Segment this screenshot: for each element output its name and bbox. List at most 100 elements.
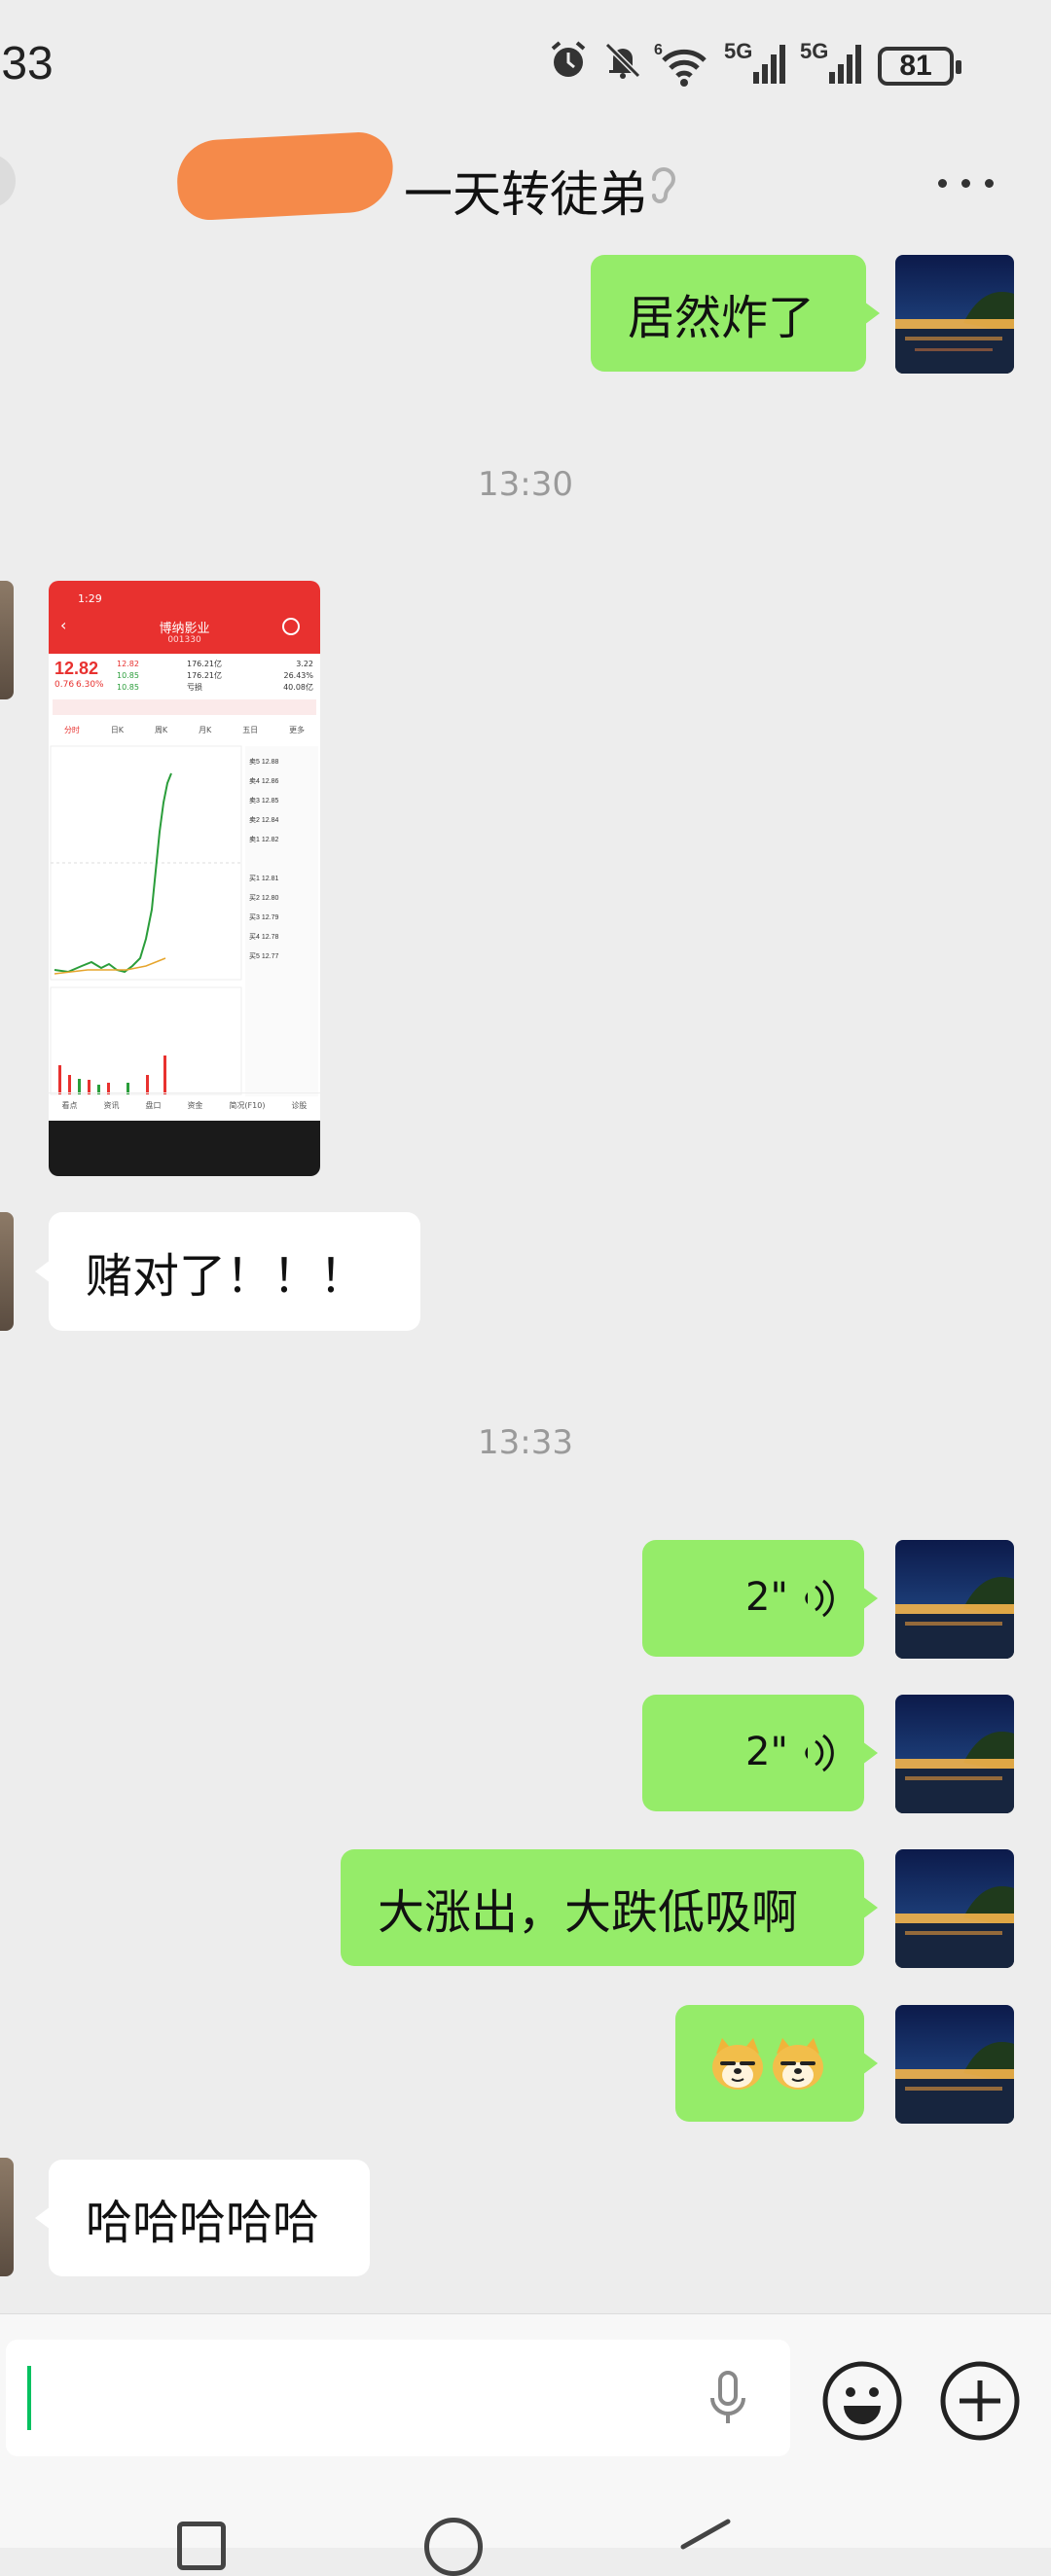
- svg-text:5G: 5G: [800, 39, 828, 63]
- chart-tab: 月K: [199, 726, 212, 734]
- microphone-icon[interactable]: [708, 2371, 747, 2429]
- market-cap: 176.21亿: [187, 660, 222, 668]
- svg-text:买4 12.78: 买4 12.78: [249, 933, 278, 941]
- chat-title: 一天转徒弟: [404, 166, 647, 223]
- signal-5g-icon: 5G: [724, 39, 785, 84]
- text-caret: [27, 2366, 31, 2430]
- more-functions-button[interactable]: [938, 2359, 1022, 2443]
- outgoing-message[interactable]: 居然炸了: [591, 255, 880, 372]
- avatar-image: [895, 1849, 1014, 1968]
- chart-tab: 更多: [289, 726, 306, 734]
- svg-text:卖4 12.86: 卖4 12.86: [249, 777, 278, 785]
- timestamp: 13:33: [478, 1423, 573, 1462]
- bottom-tab: 简况(F10): [229, 1100, 266, 1110]
- svg-text:卖3 12.85: 卖3 12.85: [249, 797, 278, 805]
- quote-low: 10.85: [117, 671, 139, 680]
- chart-tab: 周K: [154, 726, 168, 734]
- voice-wave-icon: [805, 1579, 834, 1618]
- trade-amount: 40.08亿: [283, 683, 313, 692]
- voice-message[interactable]: 2": [642, 1695, 878, 1811]
- status-bar: :33 6 5G 5G 81: [0, 0, 1051, 126]
- bottom-tab: 盘口: [145, 1100, 162, 1110]
- message-text: 赌对了！！！: [86, 1249, 367, 1304]
- quote-open: 10.85: [117, 683, 139, 692]
- avatar-image: [895, 1540, 1014, 1659]
- dot-icon: [985, 179, 994, 188]
- emoji-button[interactable]: [820, 2359, 904, 2443]
- outgoing-message[interactable]: 大涨出，大跌低吸啊: [341, 1849, 878, 1966]
- svg-text:买1 12.81: 买1 12.81: [249, 875, 278, 882]
- battery-indicator: 81: [878, 47, 961, 86]
- voice-duration: 2": [745, 1575, 788, 1620]
- volume-ratio: 3.22: [296, 660, 313, 668]
- my-avatar[interactable]: [895, 1540, 1014, 1659]
- news-ticker: [53, 699, 316, 715]
- timestamp: 13:30: [478, 465, 573, 504]
- svg-text:买5 12.77: 买5 12.77: [249, 952, 278, 960]
- avatar-image: [895, 255, 1014, 374]
- svg-text:买3 12.79: 买3 12.79: [249, 913, 278, 921]
- chart-tab: 分时: [63, 726, 80, 734]
- bottom-tab: 诊股: [291, 1100, 308, 1110]
- float-cap: 176.21亿: [187, 671, 222, 680]
- svg-text:5G: 5G: [724, 39, 752, 63]
- quote-caps: 176.21亿 176.21亿 亏损: [187, 659, 222, 694]
- stock-name: 博纳影业: [159, 622, 210, 636]
- my-avatar[interactable]: [895, 1849, 1014, 1968]
- chart-tab: 五日: [242, 726, 259, 734]
- wifi-icon: 6: [654, 42, 707, 87]
- back-nav-button[interactable]: [675, 2518, 734, 2557]
- contact-avatar[interactable]: [0, 2158, 14, 2276]
- svg-text:卖5 12.88: 卖5 12.88: [249, 758, 278, 766]
- contact-avatar[interactable]: [0, 581, 14, 699]
- my-avatar[interactable]: [895, 2005, 1014, 2124]
- message-input[interactable]: [6, 2340, 790, 2456]
- search-icon: [282, 618, 300, 635]
- my-avatar[interactable]: [895, 1695, 1014, 1813]
- doge-emoji-icon: [712, 2038, 763, 2090]
- my-avatar[interactable]: [895, 255, 1014, 374]
- recent-apps-button[interactable]: [177, 2522, 226, 2570]
- chart-tabs: 分时 日K 周K 月K 五日 更多: [49, 725, 320, 740]
- stock-app-toolbar: [49, 1121, 320, 1176]
- quote-ratios: 3.22 26.43% 40.08亿: [274, 659, 313, 694]
- signal-5g-icon-2: 5G: [800, 39, 861, 84]
- dot-icon: [961, 179, 970, 188]
- avatar-image: [895, 1695, 1014, 1813]
- voice-duration: 2": [745, 1730, 788, 1774]
- home-button[interactable]: [424, 2518, 483, 2576]
- back-arrow-icon: ‹: [60, 616, 67, 634]
- message-text: 居然炸了: [628, 291, 815, 345]
- earpiece-mode-icon: [652, 167, 676, 203]
- voice-wave-icon: [805, 1734, 834, 1772]
- quote-high-low-open: 12.82 10.85 10.85: [117, 659, 139, 694]
- emoji-message[interactable]: [675, 2005, 878, 2122]
- stock-code: 001330: [167, 635, 201, 645]
- pe-ratio: 亏损: [187, 683, 202, 692]
- svg-text:卖2 12.84: 卖2 12.84: [249, 816, 278, 824]
- more-options-button[interactable]: [936, 163, 997, 202]
- message-text: 大涨出，大跌低吸啊: [378, 1885, 799, 1940]
- dot-icon: [938, 179, 947, 188]
- svg-text:卖1 12.82: 卖1 12.82: [249, 836, 278, 843]
- intraday-chart: 卖5 12.88 卖4 12.86 卖3 12.85 卖2 12.84 卖1 12.8…: [50, 745, 318, 1096]
- svg-text:6: 6: [654, 42, 663, 58]
- mute-bell-icon: [604, 42, 641, 79]
- stock-change-pct: 6.30%: [76, 680, 104, 690]
- status-time: :33: [0, 38, 54, 89]
- incoming-message[interactable]: 哈哈哈哈哈: [35, 2160, 370, 2276]
- image-message[interactable]: 1:29 博纳影业 001330 ‹ 12.82 0.76 6.30% 12.8…: [49, 581, 320, 1176]
- doge-emoji-icon: [773, 2038, 823, 2090]
- avatar-image: [895, 2005, 1014, 2124]
- voice-message[interactable]: 2": [642, 1540, 878, 1657]
- alarm-icon: [551, 41, 586, 77]
- incoming-message[interactable]: 赌对了！！！: [35, 1212, 420, 1331]
- stock-app-time: 1:29: [78, 592, 102, 605]
- chart-tab: 日K: [110, 726, 125, 734]
- stock-app-header: 1:29 博纳影业 001330 ‹: [49, 581, 320, 654]
- contact-avatar[interactable]: [0, 1212, 14, 1331]
- turnover-rate: 26.43%: [283, 671, 313, 680]
- redaction-mark: [175, 130, 395, 222]
- bottom-tab: 资金: [187, 1100, 203, 1110]
- message-text: 哈哈哈哈哈: [86, 2196, 320, 2250]
